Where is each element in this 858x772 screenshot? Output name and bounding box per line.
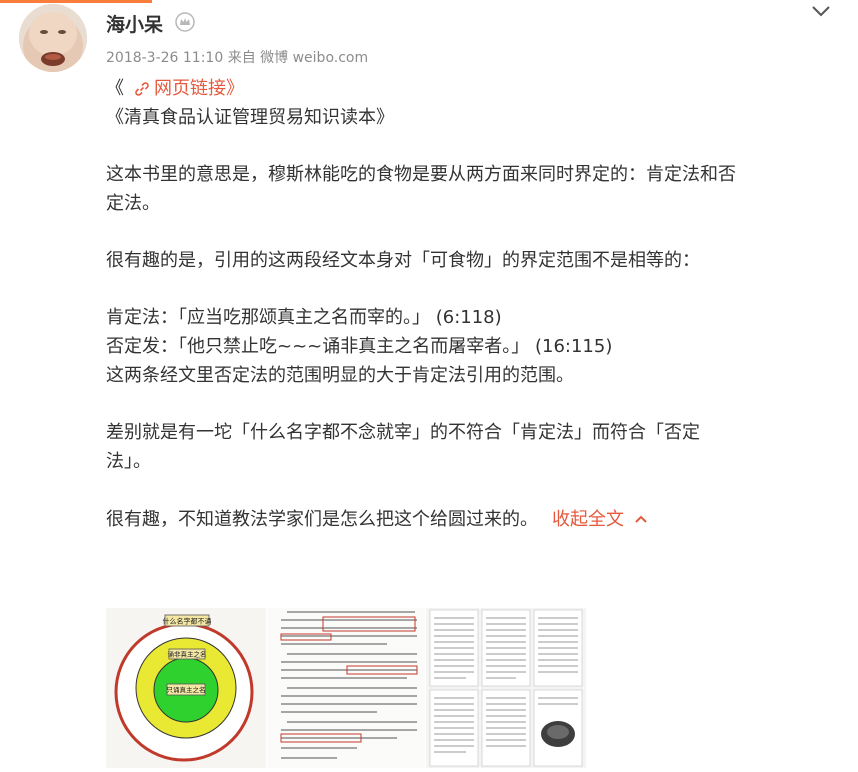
chevron-up-icon [634,504,648,533]
username[interactable]: 海小呆 [106,10,163,37]
post-last-text: 很有趣，不知道教法学家们是怎么把这个给圆过来的。 [106,509,538,530]
post-meta: 2018-3-26 11:10 来自 微博 weibo.com [106,50,369,66]
diagram-label-middle: 诵非真主之名 [168,650,207,659]
diagram-label-outer: 什么名字都不诵 [163,617,212,626]
post-text-line: 肯定法：「应当吃那颂真主之名而宰的。」 (6:118) [106,307,502,328]
post-text-line: 定法。 [106,193,160,214]
collapse-label: 收起全文 [552,509,624,530]
diagram-label-inner: 只诵真主之名 [167,685,206,694]
link-prefix: 《 [106,78,124,99]
crown-icon[interactable] [175,12,195,32]
post-last-line: 很有趣，不知道教法学家们是怎么把这个给圆过来的。 收起全文 [106,504,826,533]
link-line: 《 网页链接》 [106,74,826,103]
post-content: 《 网页链接》 《清真食品认证管理贸易知识读本》这本书里的意思是，穆斯林能吃的食物… [106,74,826,533]
link-icon[interactable] [134,77,150,106]
post-text-line: 差别就是有一坨「什么名字都不念就宰」的不符合「肯定法」而符合「否定 [106,422,700,443]
post-text-line: 很有趣的是，引用的这两段经文本身对「可食物」的界定范围不是相等的： [106,250,700,271]
collapse-button[interactable]: 收起全文 [552,509,648,530]
chevron-down-icon[interactable] [810,3,832,19]
avatar[interactable] [19,4,87,72]
image-thumbnail-text-page[interactable] [267,608,425,768]
post-text-line: 这本书里的意思是，穆斯林能吃的食物是要从两方面来同时界定的：肯定法和否 [106,164,736,185]
post-text-line: 否定发：「他只禁止吃~~~诵非真主之名而屠宰者。」 (16:115) [106,336,613,357]
top-accent-bar [0,0,152,3]
web-link[interactable]: 网页链接》 [154,78,244,99]
image-thumbnail-diagram[interactable]: 什么名字都不诵 诵非真主之名 只诵真主之名 [106,608,266,768]
image-thumbnail-page-spread[interactable] [426,608,586,768]
post-text-line: 这两条经文里否定法的范围明显的大于肯定法引用的范围。 [106,365,574,386]
post-text-line: 法」。 [106,451,151,472]
post-text-line: 《清真食品认证管理贸易知识读本》 [106,107,394,128]
